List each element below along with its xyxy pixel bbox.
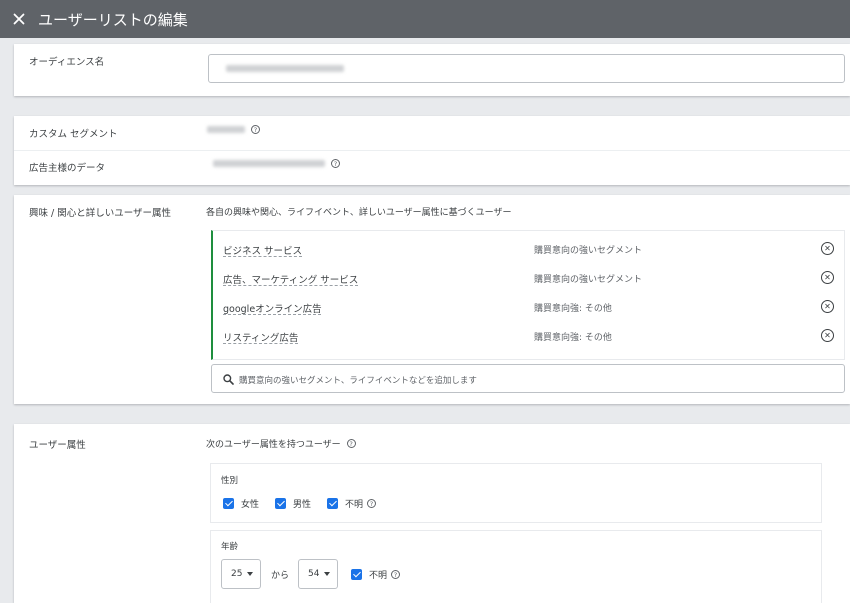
help-icon[interactable]: ? xyxy=(367,499,377,508)
chevron-down-icon xyxy=(324,572,331,576)
divider xyxy=(14,150,850,151)
checkbox-checked-icon[interactable] xyxy=(275,498,286,509)
age-connector: から xyxy=(271,571,290,581)
remove-segment-button[interactable]: ✕ xyxy=(821,300,834,313)
demographics-card: ユーザー属性 次のユーザー属性を持つユーザー ? 性別 女性 男性 不明 ? 年… xyxy=(14,424,850,603)
interests-description: 各自の興味や関心、ライフイベント、詳しいユーザー属性に基づくユーザー xyxy=(206,208,512,218)
close-icon[interactable] xyxy=(13,13,25,25)
age-from-value: 25 xyxy=(231,569,243,579)
redacted-custom-segment xyxy=(207,126,245,133)
checkbox-label: 男性 xyxy=(293,500,312,510)
segment-type: 購買意向の強いセグメント xyxy=(534,246,643,256)
segment-search-field[interactable]: 購買意向の強いセグメント、ライフイベントなどを追加します xyxy=(211,364,845,393)
close-circle-icon: ✕ xyxy=(824,243,831,253)
custom-segment-value: ? xyxy=(207,125,260,134)
help-icon[interactable]: ? xyxy=(391,570,401,579)
demographics-description-row: 次のユーザー属性を持つユーザー ? xyxy=(206,437,356,450)
segment-list: ビジネス サービス 購買意向の強いセグメント ✕ 広告、マーケティング サービス… xyxy=(211,230,845,360)
data-sources-card: カスタム セグメント ? 広告主様のデータ ? xyxy=(14,116,850,185)
age-from-select[interactable]: 25 xyxy=(221,559,261,589)
audience-name-card: オーディエンス名 xyxy=(14,44,850,96)
segment-type: 購買意向強: その他 xyxy=(534,304,612,314)
search-input[interactable]: 購買意向の強いセグメント、ライフイベントなどを追加します xyxy=(239,374,477,386)
age-to-value: 54 xyxy=(308,569,320,579)
list-item: 広告、マーケティング サービス 購買意向の強いセグメント ✕ xyxy=(213,264,845,293)
advertiser-data-value: ? xyxy=(213,159,340,168)
help-icon[interactable]: ? xyxy=(251,125,260,134)
close-circle-icon: ✕ xyxy=(824,330,831,340)
gender-male-checkbox[interactable]: 男性 xyxy=(275,497,311,510)
remove-segment-button[interactable]: ✕ xyxy=(821,329,834,342)
list-item: リスティング広告 購買意向強: その他 ✕ xyxy=(213,322,845,351)
custom-segment-label: カスタム セグメント xyxy=(29,129,118,140)
age-title: 年齢 xyxy=(221,542,239,552)
interests-label: 興味 / 関心と詳しいユーザー属性 xyxy=(29,208,172,219)
segment-name[interactable]: googleオンライン広告 xyxy=(223,301,322,315)
checkbox-checked-icon[interactable] xyxy=(327,498,338,509)
remove-segment-button[interactable]: ✕ xyxy=(821,271,834,284)
remove-segment-button[interactable]: ✕ xyxy=(821,242,834,255)
audience-name-label: オーディエンス名 xyxy=(29,57,105,68)
demographics-label: ユーザー属性 xyxy=(29,440,86,451)
demographics-description: 次のユーザー属性を持つユーザー xyxy=(206,440,341,450)
segment-type: 購買意向強: その他 xyxy=(534,333,612,343)
advertiser-data-label: 広告主様のデータ xyxy=(29,163,106,174)
segment-name[interactable]: ビジネス サービス xyxy=(223,243,302,257)
segment-name[interactable]: リスティング広告 xyxy=(223,330,298,344)
close-button[interactable] xyxy=(0,0,38,38)
top-bar: ユーザーリストの編集 xyxy=(0,0,850,38)
chevron-down-icon xyxy=(247,572,254,576)
audience-name-input[interactable] xyxy=(208,54,845,83)
gender-box: 性別 女性 男性 不明 ? xyxy=(210,463,822,523)
segment-name[interactable]: 広告、マーケティング サービス xyxy=(223,272,358,286)
help-icon[interactable]: ? xyxy=(346,439,356,448)
help-icon[interactable]: ? xyxy=(331,159,340,168)
gender-female-checkbox[interactable]: 女性 xyxy=(223,497,259,510)
age-box: 年齢 25 から 54 不明 ? xyxy=(210,530,822,603)
age-to-select[interactable]: 54 xyxy=(298,559,338,589)
close-circle-icon: ✕ xyxy=(824,301,831,311)
gender-unknown-checkbox[interactable]: 不明 ? xyxy=(327,497,377,510)
segment-type: 購買意向の強いセグメント xyxy=(534,275,643,285)
age-unknown-checkbox[interactable]: 不明 ? xyxy=(351,568,401,581)
checkbox-label: 女性 xyxy=(241,500,260,510)
redacted-advertiser-data xyxy=(213,160,325,167)
close-circle-icon: ✕ xyxy=(824,272,831,282)
gender-title: 性別 xyxy=(221,476,239,486)
checkbox-checked-icon[interactable] xyxy=(351,569,362,580)
checkbox-label: 不明 xyxy=(345,500,364,510)
page-title: ユーザーリストの編集 xyxy=(38,10,188,29)
search-icon xyxy=(223,374,234,385)
list-item: ビジネス サービス 購買意向の強いセグメント ✕ xyxy=(213,235,845,264)
checkbox-checked-icon[interactable] xyxy=(223,498,234,509)
checkbox-label: 不明 xyxy=(369,571,388,581)
redacted-audience-name xyxy=(226,65,344,72)
list-item: googleオンライン広告 購買意向強: その他 ✕ xyxy=(213,293,845,322)
interests-card: 興味 / 関心と詳しいユーザー属性 各自の興味や関心、ライフイベント、詳しいユー… xyxy=(14,195,850,404)
